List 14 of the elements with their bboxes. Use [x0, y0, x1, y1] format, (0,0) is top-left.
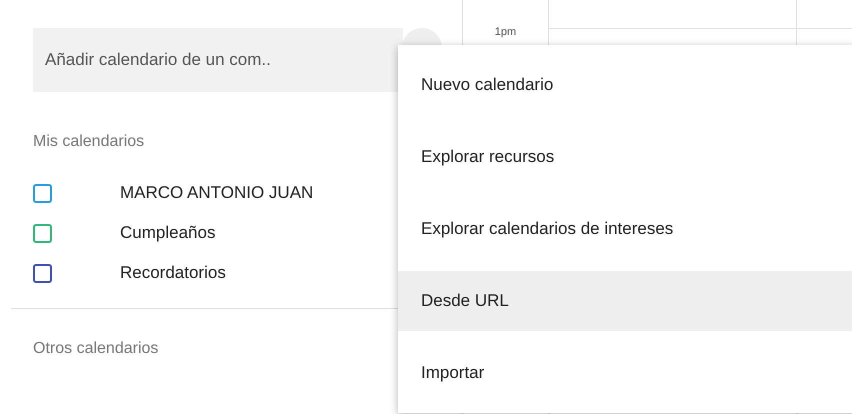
menu-item[interactable]: Explorar calendarios de intereses — [398, 199, 852, 259]
calendar-name: MARCO ANTONIO JUAN — [120, 182, 314, 204]
calendar-name: Recordatorios — [120, 262, 226, 284]
search-field[interactable]: Añadir calendario de un com.. — [33, 28, 403, 92]
menu-item[interactable]: Importar — [398, 343, 852, 403]
time-label: 1pm — [494, 25, 516, 38]
calendar-name: Cumpleaños — [120, 222, 216, 244]
checkbox[interactable] — [33, 264, 52, 282]
menu-item[interactable]: Desde URL — [398, 271, 852, 331]
section-heading: Mis calendarios — [33, 132, 144, 152]
section-heading: Otros calendarios — [33, 339, 158, 359]
checkbox[interactable] — [33, 184, 52, 202]
menu-item[interactable]: Explorar recursos — [398, 127, 852, 187]
checkbox[interactable] — [33, 224, 52, 242]
